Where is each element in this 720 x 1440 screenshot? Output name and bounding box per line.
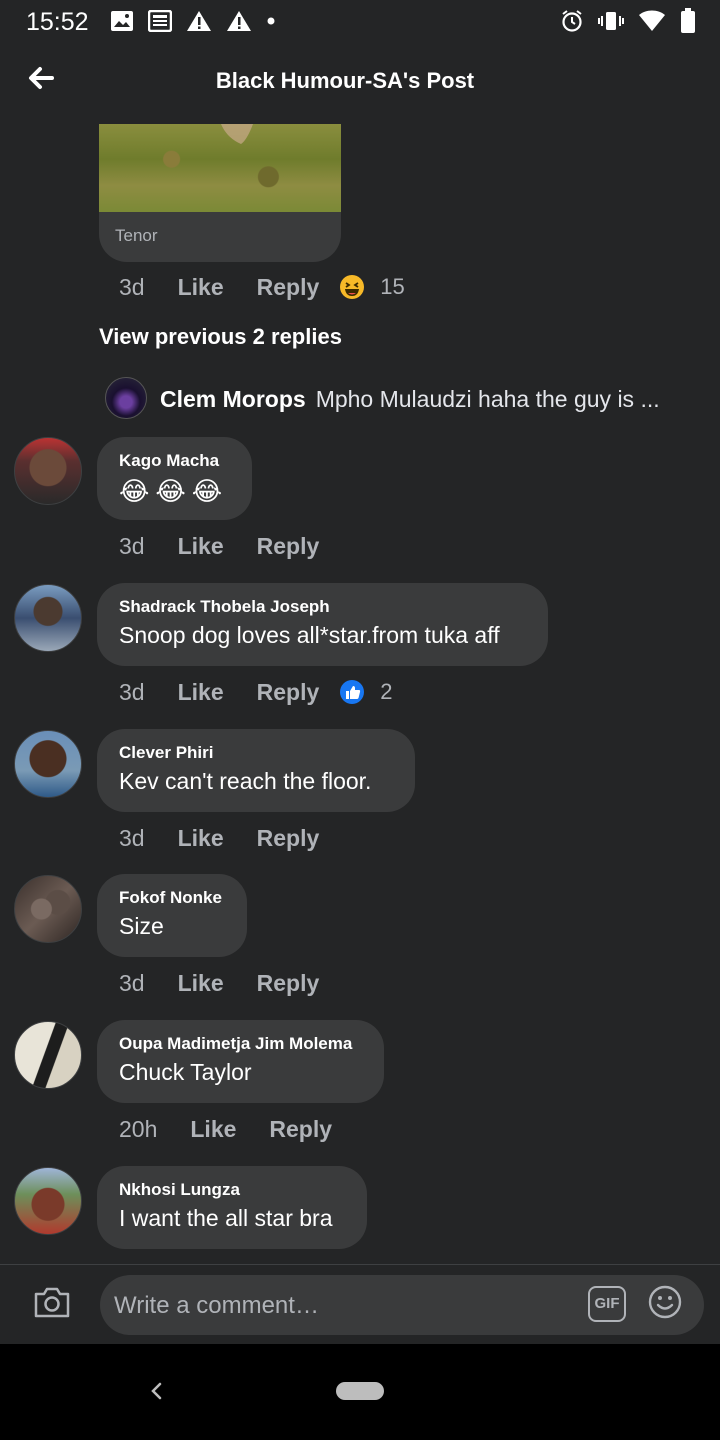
comment-author[interactable]: Shadrack Thobela Joseph <box>119 597 526 617</box>
avatar[interactable] <box>14 437 82 505</box>
comment-actions: 3d Like Reply <box>119 968 319 998</box>
reply-button[interactable]: Reply <box>257 679 320 706</box>
gif-attachment[interactable]: Tenor <box>99 124 341 262</box>
reaction-count: 2 <box>380 679 393 704</box>
comment-text: I want the all star bra <box>119 1205 333 1231</box>
comment-author[interactable]: Nkhosi Lungza <box>119 1180 345 1200</box>
latest-reply-preview[interactable]: Clem Morops Mpho Mulaudzi haha the guy is… <box>160 386 690 413</box>
comment-bubble: Nkhosi Lungza I want the all star bra <box>97 1166 367 1249</box>
avatar[interactable] <box>14 1167 82 1235</box>
status-bar: 15:52 <box>0 0 720 44</box>
composer-divider <box>0 1264 720 1265</box>
nav-home-pill[interactable] <box>336 1382 384 1400</box>
comment-bubble: Clever Phiri Kev can't reach the floor. <box>97 729 415 812</box>
comment-actions: 3d Like Reply 2 <box>119 677 393 707</box>
reply-button[interactable]: Reply <box>257 274 320 301</box>
comment-time: 3d <box>119 532 145 559</box>
gif-comment-actions: 3d Like Reply 15 <box>119 272 405 302</box>
avatar[interactable] <box>14 584 82 652</box>
reply-text: Mpho Mulaudzi haha the guy is ... <box>315 386 660 412</box>
reply-button[interactable]: Reply <box>257 533 320 560</box>
avatar[interactable] <box>14 1021 82 1089</box>
haha-reaction-icon[interactable] <box>339 274 365 300</box>
comment-actions: 3d Like Reply <box>119 531 319 561</box>
like-button[interactable]: Like <box>190 1116 236 1143</box>
gif-button[interactable]: GIF <box>588 1286 626 1322</box>
camera-icon[interactable] <box>32 1284 72 1320</box>
like-button[interactable]: Like <box>178 825 224 852</box>
comment-text: Chuck Taylor <box>119 1059 252 1085</box>
reply-author[interactable]: Clem Morops <box>160 386 306 412</box>
comment-time: 20h <box>119 1115 158 1142</box>
avatar[interactable] <box>14 875 82 943</box>
comment-author[interactable]: Clever Phiri <box>119 743 393 763</box>
view-previous-replies[interactable]: View previous 2 replies <box>99 324 342 350</box>
reply-button[interactable]: Reply <box>257 970 320 997</box>
comment-bubble: Shadrack Thobela Joseph Snoop dog loves … <box>97 583 548 666</box>
gallery-icon <box>111 11 133 31</box>
avatar[interactable] <box>14 730 82 798</box>
comment-bubble: Kago Macha 😂😂😂 <box>97 437 252 520</box>
nav-back-icon[interactable] <box>146 1376 166 1406</box>
comment-time: 3d <box>119 969 145 996</box>
gif-image[interactable] <box>99 124 341 212</box>
avatar[interactable] <box>105 377 147 419</box>
comment-input[interactable] <box>112 1283 576 1329</box>
comment-time: 3d <box>119 678 145 705</box>
alert-icon <box>227 11 251 31</box>
comment-input-container[interactable]: GIF <box>100 1275 704 1335</box>
comment-actions: 3d Like Reply <box>119 823 319 853</box>
like-button[interactable]: Like <box>178 679 224 706</box>
status-time: 15:52 <box>26 8 89 36</box>
comment-text: Size <box>119 913 164 939</box>
comment-time: 3d <box>119 824 145 851</box>
comment-text: Kev can't reach the floor. <box>119 768 372 794</box>
reaction-count: 15 <box>380 274 405 299</box>
gif-source-label: Tenor <box>115 226 158 245</box>
reply-button[interactable]: Reply <box>269 1116 332 1143</box>
comment-text: Snoop dog loves all*star.from tuka aff <box>119 622 500 648</box>
news-icon <box>148 10 172 32</box>
alert-icon <box>187 11 211 31</box>
like-button[interactable]: Like <box>178 970 224 997</box>
like-reaction-icon[interactable] <box>339 679 365 705</box>
comment-author[interactable]: Kago Macha <box>119 451 230 471</box>
status-icons-right <box>560 6 696 36</box>
vibrate-icon <box>598 12 624 30</box>
comment-bubble: Fokof Nonke Size <box>97 874 247 957</box>
comment-text: 😂😂😂 <box>119 476 229 506</box>
comment-time: 3d <box>119 273 145 300</box>
page-title: Black Humour-SA's Post <box>215 68 475 93</box>
dot-icon <box>267 17 275 25</box>
emoji-icon[interactable] <box>648 1285 682 1319</box>
like-button[interactable]: Like <box>178 274 224 301</box>
comment-author[interactable]: Oupa Madimetja Jim Molema <box>119 1034 362 1054</box>
alarm-icon <box>562 10 582 32</box>
comment-author[interactable]: Fokof Nonke <box>119 888 225 908</box>
comment-bubble: Oupa Madimetja Jim Molema Chuck Taylor <box>97 1020 384 1103</box>
status-icons-left <box>110 6 276 36</box>
like-button[interactable]: Like <box>178 533 224 560</box>
wifi-icon <box>639 10 665 31</box>
gif-figure <box>221 124 253 144</box>
battery-icon <box>681 8 695 33</box>
comment-actions: 20h Like Reply <box>119 1114 332 1144</box>
reply-button[interactable]: Reply <box>257 825 320 852</box>
